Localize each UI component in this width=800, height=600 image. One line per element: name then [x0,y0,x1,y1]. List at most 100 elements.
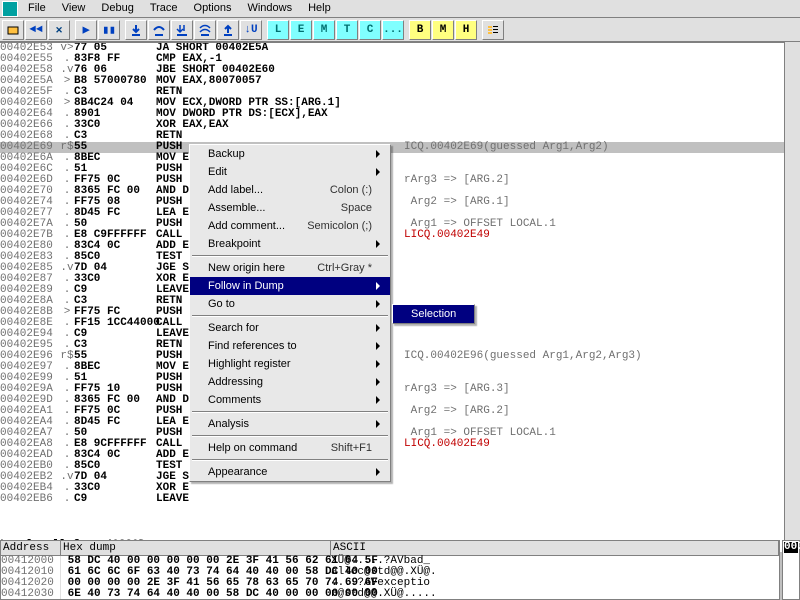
disasm-row[interactable]: 00402EA1.FF75 0CPUSH Arg2 => [ARG.2] [0,406,800,417]
step-over-button[interactable] [148,20,170,40]
ctx-item[interactable]: Highlight register [190,355,390,373]
menu-file[interactable]: File [20,0,54,17]
disasm-row[interactable]: 00402E55.83F8 FFCMP EAX,-1 [0,54,800,65]
disasm-row[interactable]: 00402E9D.8365 FC 00AND D [0,395,800,406]
submenu-selection[interactable]: Selection [393,305,474,323]
pause-button[interactable]: ▮▮ [98,20,120,40]
disasm-row[interactable]: 00402EA8.E8 9CFFFFFFCALL LICQ.00402E49 [0,439,800,450]
ctx-item[interactable]: Comments [190,391,390,409]
disasm-row[interactable]: 00402EB0.85C0TEST [0,461,800,472]
ctx-item[interactable]: Help on commandShift+F1 [190,439,390,457]
disasm-row[interactable]: 00402E70.8365 FC 00AND D [0,186,800,197]
disasm-row[interactable]: 00402E74.FF75 08PUSH Arg2 => [ARG.1] [0,197,800,208]
hw-bp-button[interactable]: H [455,20,477,40]
disasm-row[interactable]: 00402EA4.8D45 FCLEA E [0,417,800,428]
ctx-item[interactable]: Follow in Dump [190,277,390,295]
threads-button[interactable]: T [336,20,358,40]
run-button[interactable]: ▶ [75,20,97,40]
ctx-label: Addressing [208,376,372,388]
hexdump-pane[interactable]: Address Hex dump ASCII 00412000 58 DC 40… [0,540,780,600]
ctx-label: Highlight register [208,358,372,370]
disasm-row[interactable]: 00402E60>8B4C24 04MOV ECX,DWORD PTR SS:[… [0,98,800,109]
disasm-row[interactable]: 00402E66.33C0XOR EAX,EAX [0,120,800,131]
menu-windows[interactable]: Windows [239,0,300,17]
ctx-item[interactable]: New origin hereCtrl+Gray * [190,259,390,277]
disasm-row[interactable]: 00402E77.8D45 FCLEA E [0,208,800,219]
hex-col-ascii: ASCII [331,541,779,555]
disasm-row[interactable]: 00402E7B.E8 C9FFFFFFCALL LICQ.00402E49 [0,230,800,241]
disassembly-pane[interactable]: 00402E53v>77 05JA SHORT 00402E5A00402E55… [0,42,800,540]
ctx-item[interactable]: Edit [190,163,390,181]
disasm-row[interactable]: 00402EAD.83C4 0CADD E [0,450,800,461]
close-button[interactable]: ✕ [48,20,70,40]
cpu-button[interactable]: C [359,20,381,40]
disasm-row[interactable]: 00402EB4.33C0XOR E [0,483,800,494]
ctx-item[interactable]: Appearance [190,463,390,481]
disasm-row[interactable]: 00402E69r$55PUSH ICQ.00402E69(guessed Ar… [0,142,800,153]
more-button[interactable]: ... [382,20,404,40]
disasm-row[interactable]: 00402E97.8BECMOV E [0,362,800,373]
menu-debug[interactable]: Debug [93,0,141,17]
disasm-row[interactable]: 00402E87.33C0XOR E [0,274,800,285]
ctx-item[interactable]: Add comment...Semicolon (;) [190,217,390,235]
mem-bp-button[interactable]: M [432,20,454,40]
disasm-row[interactable]: 00402E53v>77 05JA SHORT 00402E5A [0,43,800,54]
disasm-row[interactable]: 00402E96r$55PUSH ICQ.00402E96(guessed Ar… [0,351,800,362]
context-menu[interactable]: BackupEditAdd label...Colon (:)Assemble.… [189,144,391,482]
disasm-scrollbar[interactable] [784,42,800,540]
ctx-separator [192,315,388,317]
disasm-row[interactable]: 00402E64.8901MOV DWORD PTR DS:[ECX],EAX [0,109,800,120]
menu-options[interactable]: Options [186,0,240,17]
modules-button[interactable]: E [290,20,312,40]
ctx-label: Add label... [208,184,330,196]
disasm-comment [404,98,800,109]
disasm-mnemonic: MOV EAX,80070057 [156,76,404,87]
disasm-row[interactable]: 00402E6A.8BECMOV E [0,153,800,164]
ctx-item[interactable]: Assemble...Space [190,199,390,217]
ctx-item[interactable]: Breakpoint [190,235,390,253]
disasm-comment [404,76,800,87]
disasm-comment: Arg2 => [ARG.2] [404,406,800,417]
open-button[interactable] [2,20,24,40]
run-to-user-button[interactable]: ↓U [240,20,262,40]
disasm-row[interactable]: 00402E99.51PUSH [0,373,800,384]
disasm-comment [404,285,800,296]
disasm-row[interactable]: 00402EB6.C9LEAVE [0,494,800,505]
disasm-row[interactable]: 00402EB2.v7D 04JGE S [0,472,800,483]
disasm-address: 00402EB6 [0,494,60,505]
log-button[interactable]: L [267,20,289,40]
ctx-separator [192,255,388,257]
disasm-row[interactable]: 00402E6C.51PUSH [0,164,800,175]
disasm-row[interactable]: 00402E80.83C4 0CADD E [0,241,800,252]
ctx-item[interactable]: Backup [190,145,390,163]
ctx-item[interactable]: Add label...Colon (:) [190,181,390,199]
ctx-label: Find references to [208,340,372,352]
ctx-item[interactable]: Addressing [190,373,390,391]
disasm-row[interactable]: 00402E89.C9LEAVE [0,285,800,296]
disasm-row[interactable]: 00402E83.85C0TEST [0,252,800,263]
ctx-item[interactable]: Search for [190,319,390,337]
ctx-item[interactable]: Analysis [190,415,390,433]
step-into-button[interactable] [125,20,147,40]
disasm-row[interactable]: 00402E5A>B8 57000780MOV EAX,80070057 [0,76,800,87]
trace-over-button[interactable] [194,20,216,40]
memory-button[interactable]: M [313,20,335,40]
rewind-button[interactable]: ◄◄ [25,20,47,40]
context-submenu[interactable]: Selection [392,304,475,324]
ctx-item[interactable]: Go to [190,295,390,313]
disasm-row[interactable]: 00402E95.C3RETN [0,340,800,351]
options-button[interactable] [482,20,504,40]
disasm-comment [404,461,800,472]
disasm-comment [404,241,800,252]
breakpoints-button[interactable]: B [409,20,431,40]
disasm-row[interactable]: 00402E68.C3RETN [0,131,800,142]
ctx-item[interactable]: Find references to [190,337,390,355]
disasm-row[interactable]: 00402E85.v7D 04JGE S [0,263,800,274]
menu-help[interactable]: Help [300,0,339,17]
stack-pane[interactable]: 0033E [782,540,800,600]
trace-into-button[interactable] [171,20,193,40]
disasm-row[interactable]: 00402E94.C9LEAVE [0,329,800,340]
run-till-return-button[interactable] [217,20,239,40]
menu-view[interactable]: View [54,0,94,17]
menu-trace[interactable]: Trace [142,0,186,17]
